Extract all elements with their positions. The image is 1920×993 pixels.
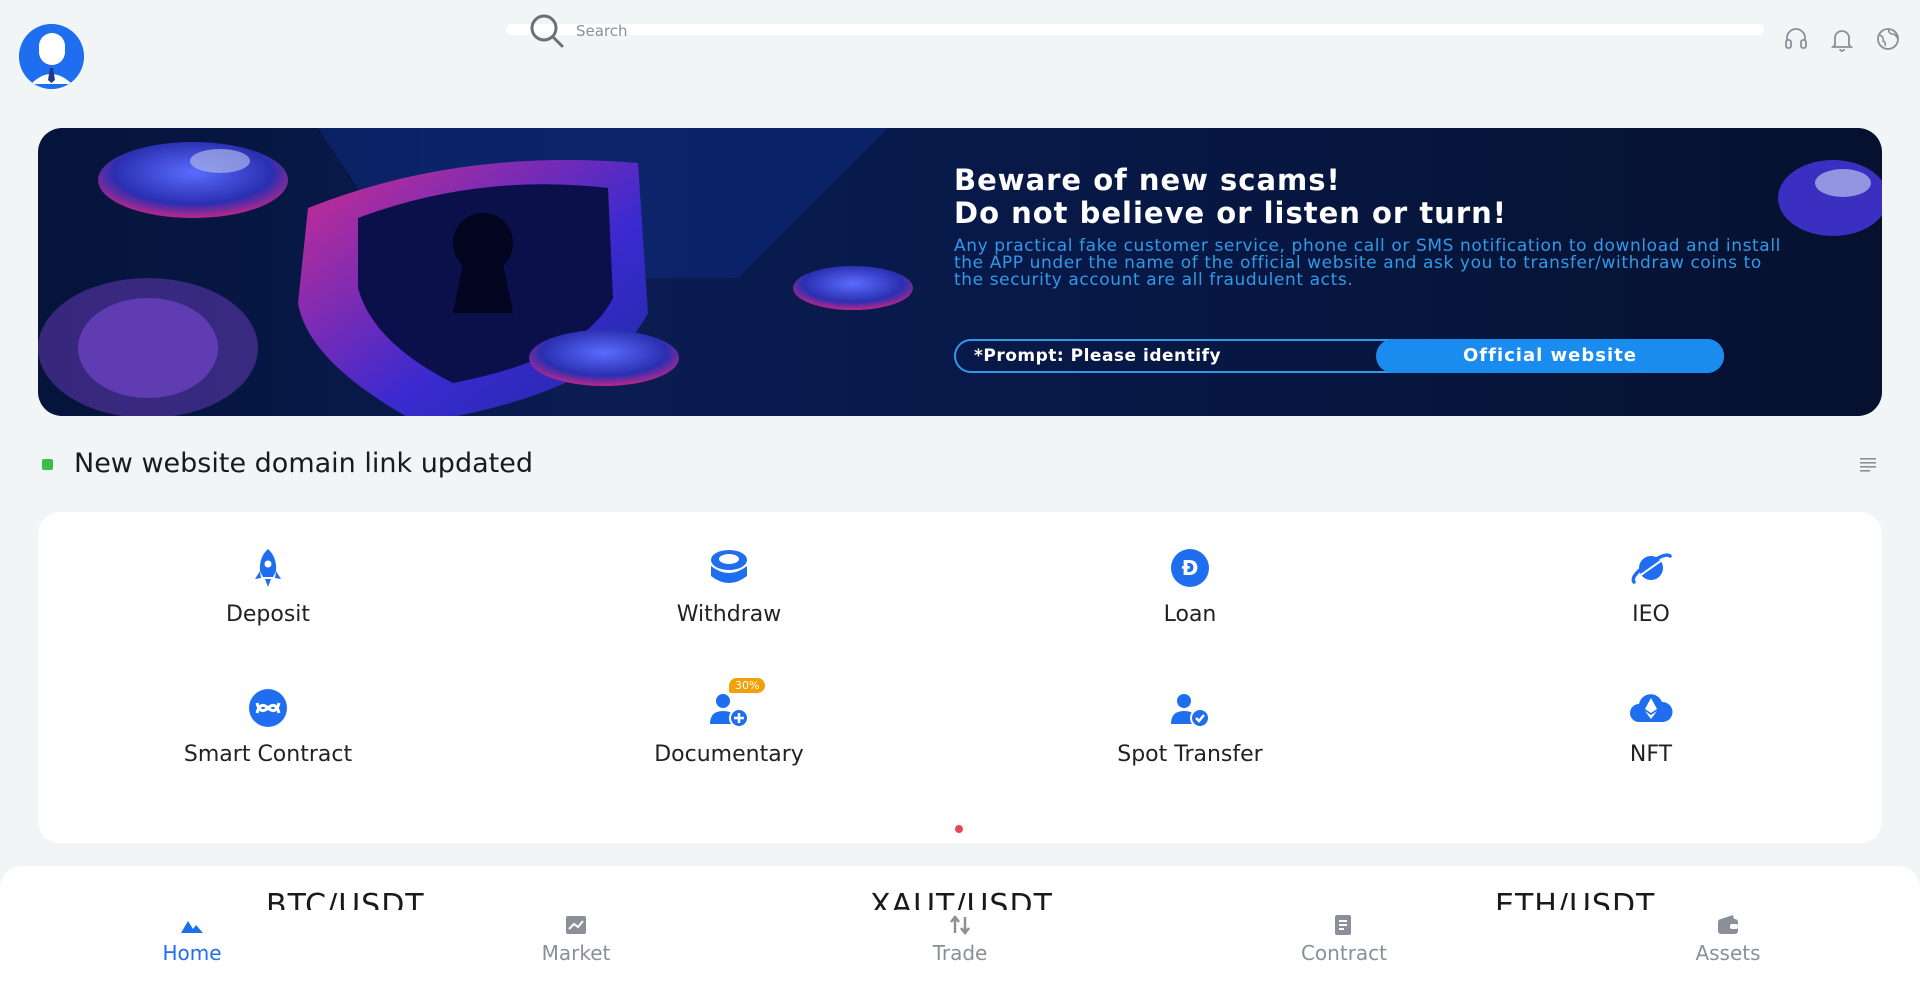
search-icon[interactable] bbox=[528, 12, 566, 50]
grid-item-ieo[interactable]: IEO bbox=[1501, 546, 1801, 627]
grid-item-withdraw[interactable]: Withdraw bbox=[579, 546, 879, 627]
svg-text:Đ: Đ bbox=[1182, 556, 1199, 580]
banner-title-line-1: Beware of new scams! bbox=[954, 163, 1341, 197]
swap-arrows-icon bbox=[950, 914, 970, 936]
grid-item-label: IEO bbox=[1632, 602, 1670, 627]
bitcoin-orb-icon bbox=[1778, 160, 1882, 236]
document-icon bbox=[1335, 915, 1351, 935]
list-menu-icon[interactable] bbox=[1859, 456, 1877, 472]
nav-item-home[interactable]: Home bbox=[112, 905, 272, 965]
promo-banner[interactable]: Beware of new scams! Do not believe or l… bbox=[38, 128, 1882, 416]
mountain-icon bbox=[181, 921, 203, 933]
pager-dot[interactable] bbox=[955, 825, 963, 833]
bottom-nav: Home Market Trade Contract Assets bbox=[0, 905, 1920, 993]
search-input[interactable]: Search bbox=[576, 22, 628, 40]
wallet-icon bbox=[1718, 915, 1738, 934]
ethereum-cloud-icon bbox=[1630, 694, 1673, 722]
nav-label: Contract bbox=[1300, 941, 1388, 965]
shield-lock-illustration bbox=[38, 128, 913, 416]
rocket-icon bbox=[255, 549, 281, 587]
dogecoin-icon: Đ bbox=[1171, 549, 1209, 587]
nav-label: Trade bbox=[932, 941, 988, 965]
notice-text[interactable]: New website domain link updated bbox=[74, 448, 533, 479]
grid-item-deposit[interactable]: Deposit bbox=[118, 546, 418, 627]
user-check-icon bbox=[1171, 694, 1210, 728]
banner-title-line-2: Do not believe or listen or turn! bbox=[954, 196, 1508, 230]
search-bar[interactable] bbox=[506, 24, 1764, 35]
notice-icon bbox=[42, 459, 53, 470]
user-avatar[interactable] bbox=[19, 24, 84, 89]
banner-body: Any practical fake customer service, pho… bbox=[954, 236, 1781, 290]
grid-item-label: Loan bbox=[1163, 602, 1217, 627]
grid-item-label: Withdraw bbox=[676, 602, 782, 627]
nav-item-trade[interactable]: Trade bbox=[880, 905, 1040, 965]
grid-item-label: NFT bbox=[1629, 742, 1673, 767]
headset-icon[interactable] bbox=[1783, 26, 1809, 52]
coin-stack-icon bbox=[711, 550, 747, 583]
grid-item-smart-contract[interactable]: Smart Contract bbox=[118, 686, 418, 767]
grid-item-nft[interactable]: NFT bbox=[1501, 686, 1801, 767]
user-avatar-icon bbox=[19, 24, 84, 89]
planet-icon bbox=[1631, 553, 1672, 584]
discount-badge: 30% bbox=[729, 678, 766, 693]
bell-icon[interactable] bbox=[1829, 26, 1855, 52]
nav-label: Assets bbox=[1695, 941, 1761, 965]
nav-item-assets[interactable]: Assets bbox=[1648, 905, 1808, 965]
grid-item-spot-transfer[interactable]: Spot Transfer bbox=[1040, 686, 1340, 767]
grid-item-label: Documentary bbox=[654, 742, 804, 767]
contract-swap-icon bbox=[249, 689, 287, 727]
chart-icon bbox=[566, 916, 586, 934]
grid-item-label: Spot Transfer bbox=[1117, 742, 1263, 767]
grid-item-documentary[interactable]: 30% Documentary bbox=[579, 678, 879, 767]
grid-item-loan[interactable]: Đ Loan bbox=[1040, 546, 1340, 627]
banner-prompt: *Prompt: Please identify Official websit… bbox=[954, 339, 1724, 373]
globe-icon[interactable] bbox=[1875, 26, 1901, 52]
documentary-icon-wrap: 30% bbox=[707, 678, 766, 730]
nav-label: Market bbox=[541, 941, 611, 965]
banner-title: Beware of new scams! Do not believe or l… bbox=[954, 164, 1507, 230]
prompt-label: *Prompt: Please identify bbox=[974, 346, 1222, 366]
nav-item-market[interactable]: Market bbox=[496, 905, 656, 965]
grid-item-label: Smart Contract bbox=[183, 742, 353, 767]
nav-item-contract[interactable]: Contract bbox=[1264, 905, 1424, 965]
nav-label: Home bbox=[162, 941, 222, 965]
grid-item-label: Deposit bbox=[225, 602, 311, 627]
official-website-button[interactable]: Official website bbox=[1376, 339, 1724, 373]
